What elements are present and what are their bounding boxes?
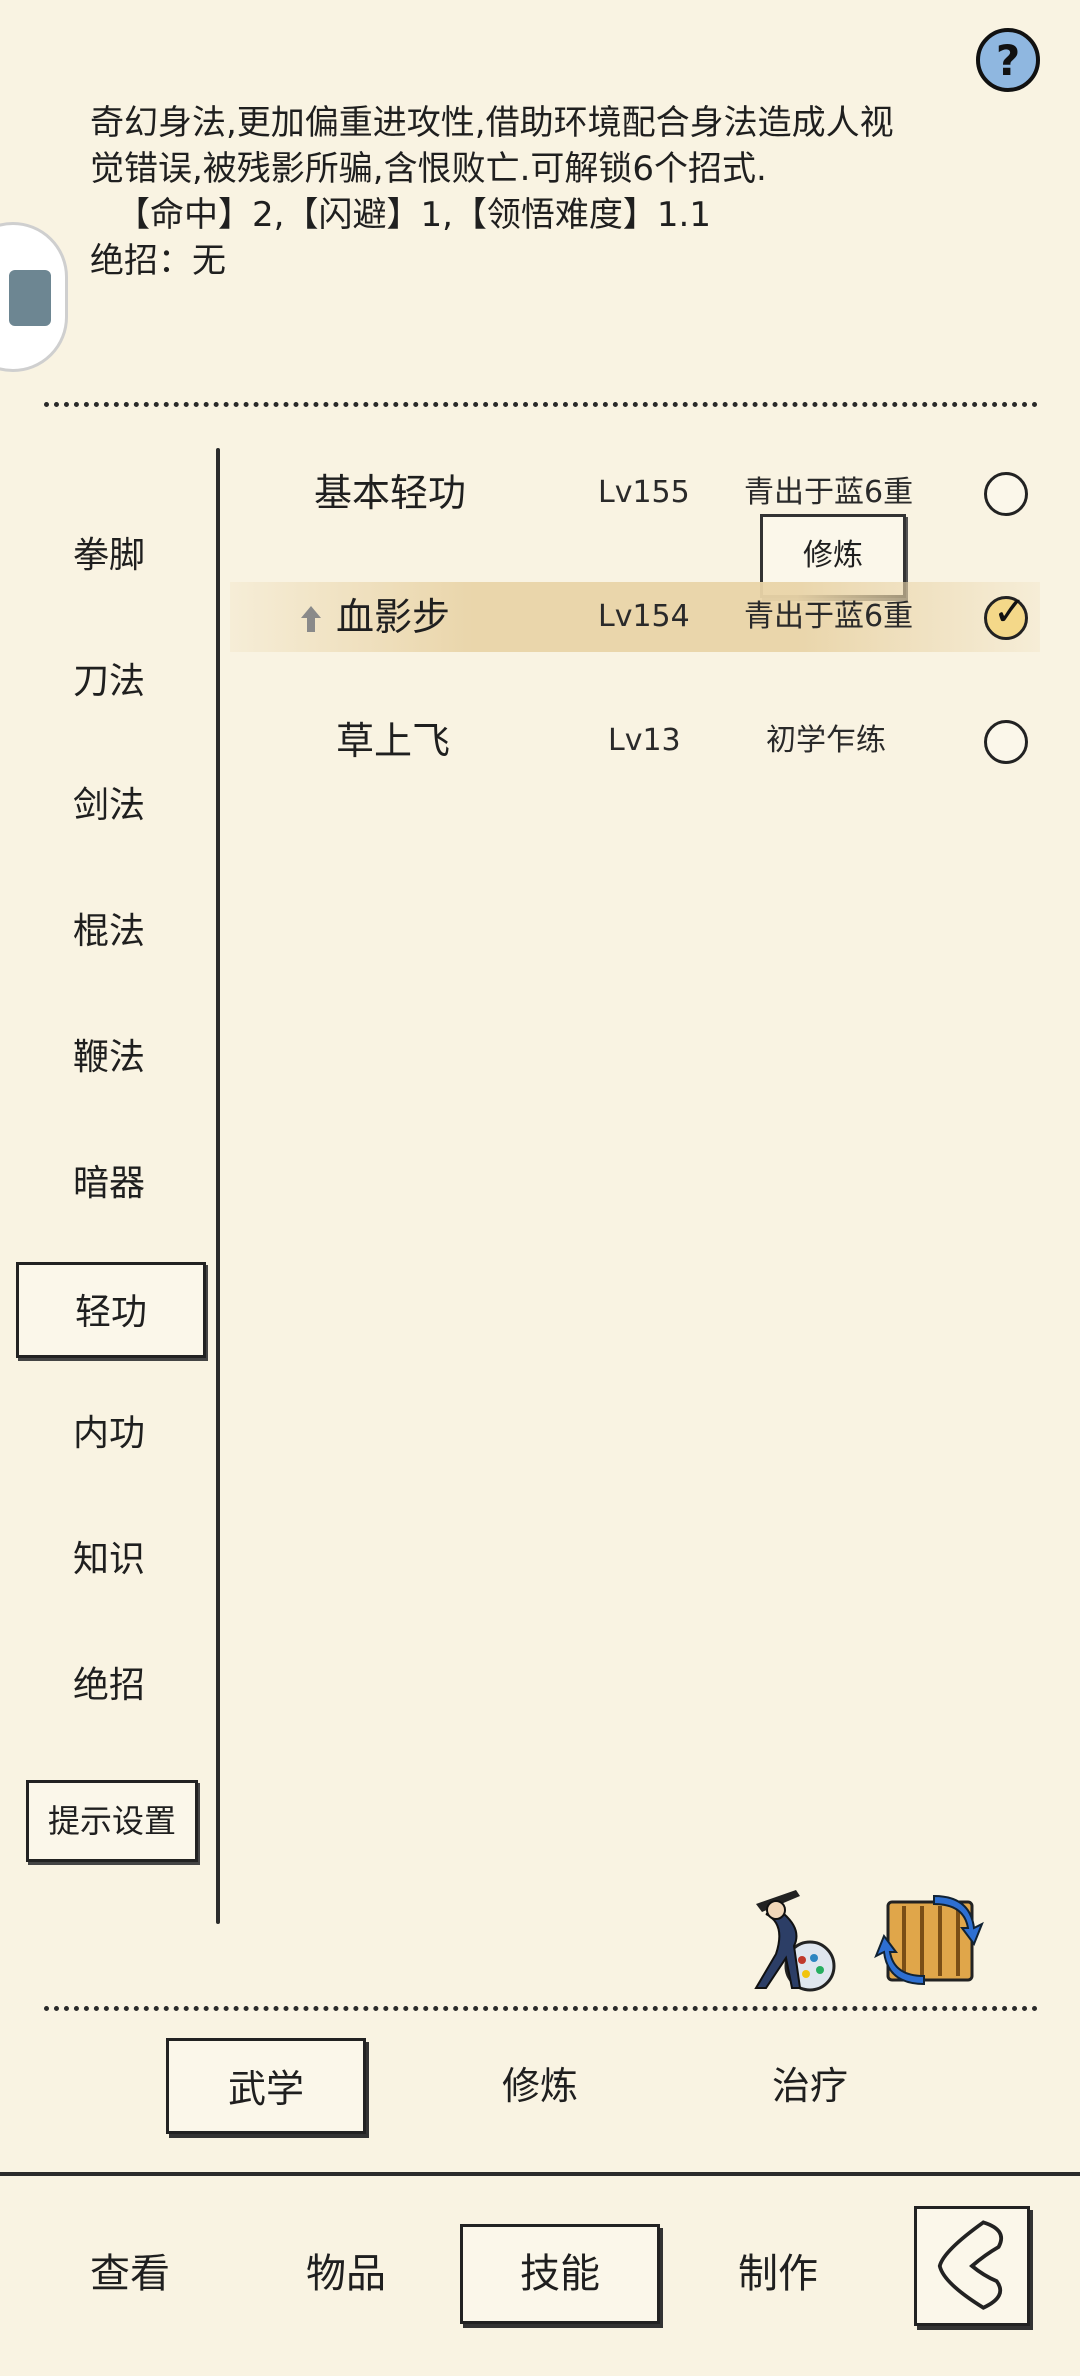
tab-cultivation[interactable]: 修炼 — [440, 2038, 640, 2134]
description-line-2: 觉错误,被残影所骗,含恨败亡.可解锁6个招式. — [90, 149, 767, 189]
skill-row[interactable]: 草上飞 Lv13 初学乍练 — [230, 706, 1040, 776]
upgrade-arrow-icon — [301, 606, 321, 632]
bottom-divider — [44, 2006, 1038, 2011]
avatar-bubble[interactable] — [0, 222, 68, 372]
category-sword[interactable]: 剑法 — [0, 776, 218, 836]
skill-row[interactable]: 基本轻功 Lv155 青出于蓝6重 — [230, 458, 1040, 528]
description-line-1: 奇幻身法,更加偏重进攻性,借助环境配合身法造成人视 — [90, 103, 894, 143]
swordsman-icon[interactable] — [736, 1884, 840, 1994]
top-divider — [44, 402, 1038, 407]
skill-level: Lv155 — [598, 475, 690, 510]
category-list: 拳脚 刀法 剑法 棍法 鞭法 暗器 轻功 内功 知识 绝招 — [0, 440, 218, 1920]
skill-description: 奇幻身法,更加偏重进攻性,借助环境配合身法造成人视 觉错误,被残影所骗,含恨败亡… — [90, 100, 990, 284]
skill-row-selected[interactable]: 血影步 Lv154 青出于蓝6重 ✓ — [230, 582, 1040, 652]
skill-select-radio[interactable]: ✓ — [984, 589, 1028, 640]
chat-badge-icon — [9, 270, 51, 326]
vertical-divider — [216, 448, 220, 1924]
category-whip[interactable]: 鞭法 — [0, 1028, 218, 1088]
skill-grade: 青出于蓝6重 — [744, 599, 914, 634]
tab-martial-arts[interactable]: 武学 — [166, 2038, 366, 2134]
skill-level: Lv13 — [608, 723, 681, 758]
skill-select-radio[interactable] — [984, 720, 1028, 764]
category-knowledge[interactable]: 知识 — [0, 1530, 218, 1590]
back-arrow-icon — [937, 2220, 1004, 2310]
skill-stats: 【命中】2,【闪避】1,【领悟难度】1.1 — [116, 195, 711, 235]
category-blade[interactable]: 刀法 — [0, 652, 218, 712]
back-button[interactable] — [914, 2206, 1030, 2326]
category-staff[interactable]: 棍法 — [0, 902, 218, 962]
nav-items[interactable]: 物品 — [256, 2234, 436, 2314]
help-button[interactable]: ? — [976, 28, 1040, 92]
category-hidden-weapon[interactable]: 暗器 — [0, 1154, 218, 1214]
category-inner-power[interactable]: 内功 — [0, 1404, 218, 1464]
ultimate-move: 绝招：无 — [90, 241, 226, 281]
category-boxing[interactable]: 拳脚 — [0, 526, 218, 586]
nav-skills[interactable]: 技能 — [460, 2224, 660, 2324]
skill-name: 草上飞 — [336, 719, 451, 763]
hint-settings-button[interactable]: 提示设置 — [26, 1780, 198, 1862]
skill-select-radio[interactable] — [984, 472, 1028, 516]
nav-divider — [0, 2172, 1080, 2176]
swap-scroll-icon[interactable] — [874, 1888, 984, 1992]
question-icon: ? — [995, 35, 1021, 85]
nav-view[interactable]: 查看 — [40, 2234, 220, 2314]
checkmark-icon: ✓ — [993, 589, 1027, 635]
skill-grade: 初学乍练 — [766, 723, 886, 758]
nav-crafting[interactable]: 制作 — [688, 2234, 868, 2314]
category-qinggong[interactable]: 轻功 — [16, 1262, 206, 1358]
tab-healing[interactable]: 治疗 — [710, 2038, 910, 2134]
skill-name: 基本轻功 — [314, 471, 467, 515]
category-ultimate[interactable]: 绝招 — [0, 1656, 218, 1716]
skill-name: 血影步 — [336, 595, 451, 639]
skill-level: Lv154 — [598, 599, 690, 634]
